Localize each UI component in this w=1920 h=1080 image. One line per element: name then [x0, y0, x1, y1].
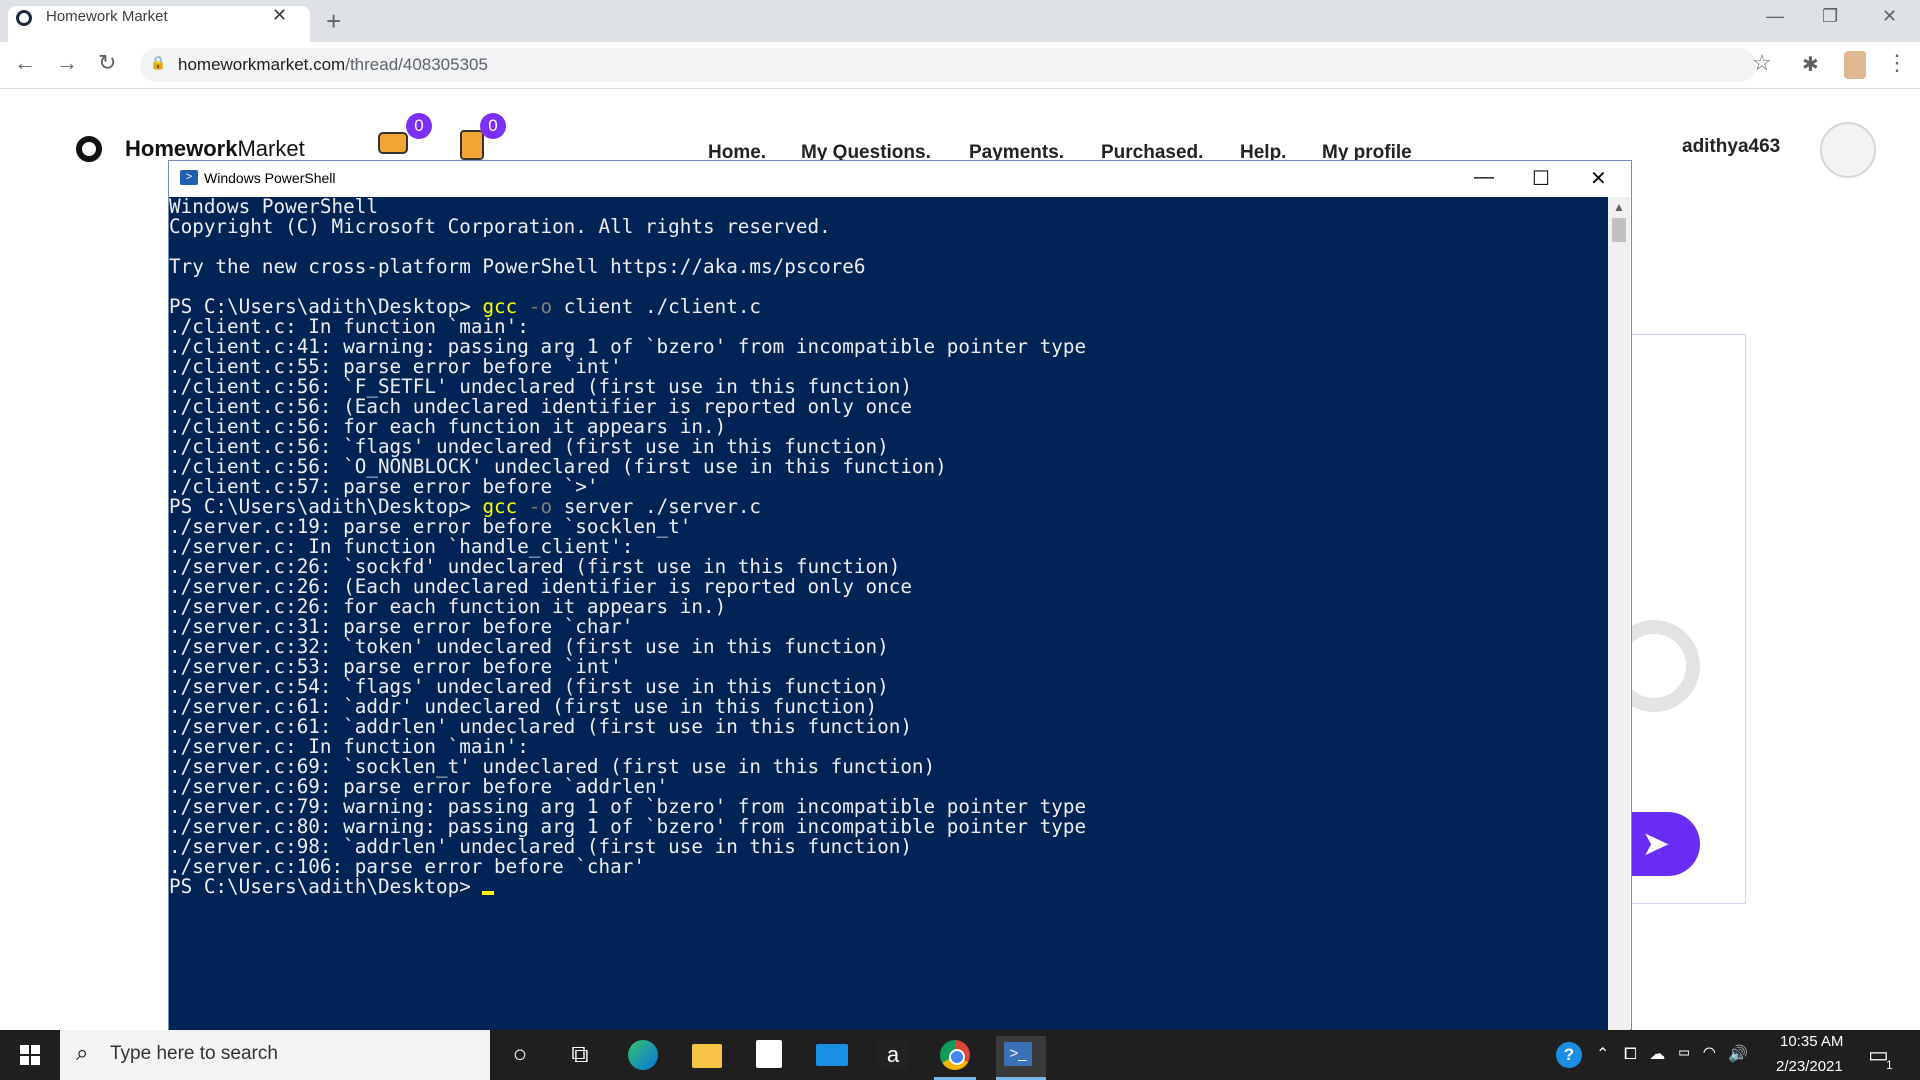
mail-icon[interactable]	[816, 1044, 848, 1066]
microsoft-store-icon[interactable]	[756, 1040, 782, 1068]
windows-start-icon[interactable]	[20, 1045, 40, 1065]
ps-minimize-button[interactable]: —	[1474, 166, 1494, 189]
raised-hand-icon[interactable]	[460, 130, 484, 160]
tab-close-icon[interactable]: ✕	[272, 5, 287, 26]
clock-time[interactable]: 10:35 AM	[1780, 1033, 1843, 1050]
task-view-icon[interactable]: ⧉	[560, 1036, 600, 1074]
powershell-titlebar[interactable]	[169, 161, 1631, 197]
edge-browser-icon[interactable]	[628, 1040, 658, 1070]
powershell-icon: >	[180, 170, 198, 185]
lock-icon: 🔒	[150, 55, 167, 70]
new-tab-button[interactable]: +	[326, 6, 341, 37]
browser-restore-button[interactable]: ❐	[1822, 6, 1838, 27]
search-icon: ⌕	[76, 1040, 89, 1065]
scroll-up-icon[interactable]: ▲	[1613, 200, 1625, 214]
clock-date[interactable]: 2/23/2021	[1776, 1058, 1843, 1075]
profile-avatar[interactable]	[1844, 51, 1866, 79]
tab-title: Homework Market	[46, 8, 168, 25]
powershell-title: Windows PowerShell	[204, 170, 336, 186]
browser-toolbar: ← → ↻ 🔒 homeworkmarket.com/thread/408305…	[0, 42, 1920, 89]
file-explorer-icon[interactable]	[692, 1044, 722, 1068]
browser-minimize-button[interactable]: —	[1766, 6, 1784, 27]
tray-status-icons[interactable]: ⧠ ☁ ▭ ◠ 🔊	[1624, 1044, 1752, 1064]
ps-maximize-button[interactable]: ☐	[1532, 166, 1550, 191]
ps-close-button[interactable]: ✕	[1590, 166, 1607, 191]
reload-icon[interactable]: ↻	[98, 50, 116, 76]
url-text[interactable]: homeworkmarket.com/thread/408305305	[178, 55, 488, 75]
site-logo-icon[interactable]	[76, 136, 102, 162]
console-line: Copyright (C) Microsoft Corporation. All…	[169, 215, 831, 238]
console-cursor	[482, 891, 495, 895]
extensions-puzzle-icon[interactable]: ✱	[1802, 52, 1819, 77]
ps-scrollbar[interactable]	[1608, 197, 1630, 1030]
browser-menu-icon[interactable]: ⋮	[1886, 50, 1908, 76]
amazon-icon[interactable]: a	[878, 1040, 908, 1070]
brand-bold: Homework	[125, 136, 238, 161]
chat-bubble-icon[interactable]	[378, 132, 408, 154]
url-path: /thread/408305305	[345, 55, 488, 74]
scrollbar-thumb[interactable]	[1612, 218, 1626, 242]
tab-favicon-icon	[16, 10, 32, 26]
back-arrow-icon[interactable]: ←	[14, 50, 36, 76]
brand-regular: Market	[237, 136, 305, 161]
username[interactable]: adithya463	[1682, 136, 1780, 158]
chrome-active-indicator	[934, 1036, 976, 1080]
console-line: Try the new cross-platform PowerShell ht…	[169, 255, 866, 278]
browser-close-button[interactable]: ✕	[1882, 6, 1897, 27]
command-flag: -o	[528, 295, 564, 318]
console-output: Windows PowerShell Copyright (C) Microso…	[169, 197, 1608, 897]
cortana-icon[interactable]: ○	[500, 1036, 540, 1074]
forward-arrow-icon[interactable]: →	[56, 50, 78, 76]
hand-count-badge: 0	[480, 113, 506, 139]
url-host: homeworkmarket.com	[178, 55, 346, 74]
user-avatar-icon[interactable]	[1820, 122, 1876, 178]
search-placeholder: Type here to search	[110, 1043, 278, 1064]
help-icon[interactable]: ?	[1556, 1042, 1582, 1068]
chat-count-badge: 0	[406, 113, 432, 139]
bookmark-star-icon[interactable]: ☆	[1752, 50, 1772, 76]
tray-overflow-icon[interactable]: ⌃	[1596, 1044, 1609, 1064]
powershell-active-indicator	[996, 1036, 1046, 1080]
site-brand[interactable]: HomeworkMarket	[125, 136, 305, 162]
command-args: client ./client.c	[563, 295, 762, 318]
console-current-prompt: PS C:\Users\adith\Desktop>	[169, 875, 483, 898]
notification-count: 1	[1886, 1058, 1893, 1072]
